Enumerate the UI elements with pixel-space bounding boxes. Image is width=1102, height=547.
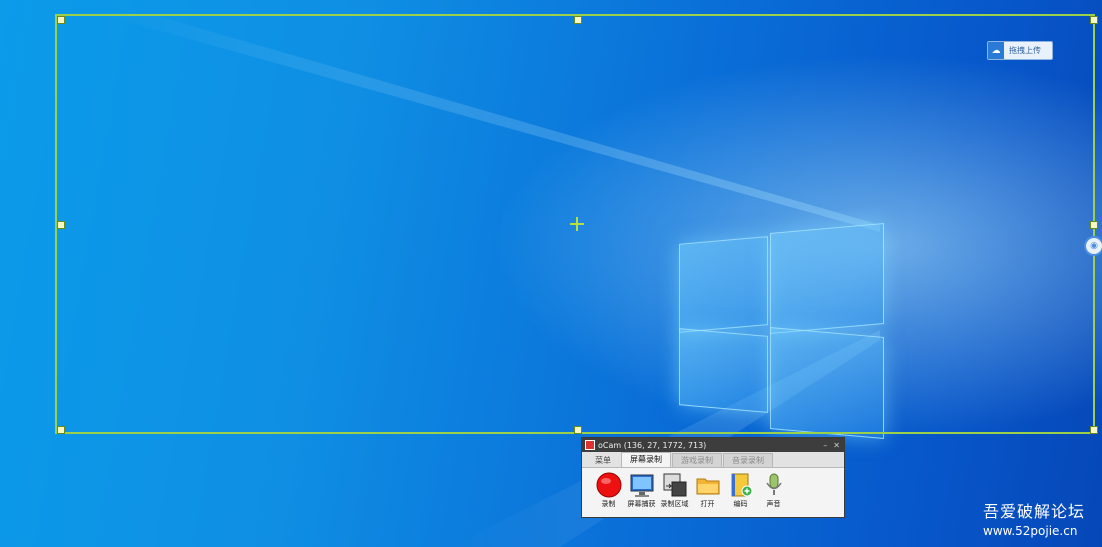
tab-audio-recording[interactable]: 音录录制 — [723, 453, 773, 467]
move-crosshair-icon[interactable] — [576, 217, 578, 231]
codec-label: 编码 — [733, 500, 748, 508]
minimize-icon[interactable]: – — [823, 441, 827, 450]
resize-handle-top[interactable] — [574, 16, 582, 24]
record-area-button[interactable]: 录制区域 — [660, 472, 689, 509]
sound-label: 声音 — [766, 500, 781, 508]
record-area-label: 录制区域 — [660, 500, 689, 508]
ocam-tab-bar: 菜单 屏幕录制 游戏录制 音录录制 — [582, 452, 844, 468]
sound-button[interactable]: 声音 — [759, 472, 788, 509]
resize-handle-bottom-right[interactable] — [1090, 426, 1098, 434]
screen-capture-icon — [629, 472, 655, 498]
tab-screen-recording[interactable]: 屏幕录制 — [621, 452, 671, 467]
open-label: 打开 — [700, 500, 715, 508]
ocam-window: oCam (136, 27, 1772, 713) – ✕ 菜单 屏幕录制 游戏… — [581, 437, 845, 518]
drag-upload-label: 拖拽上传 — [1009, 46, 1041, 55]
close-icon[interactable]: ✕ — [833, 441, 840, 450]
desktop-background: ☁ 拖拽上传 ◉ oCam (136, 27, 1772, 713) – ✕ 菜… — [0, 0, 1102, 547]
resize-handle-right[interactable] — [1090, 221, 1098, 229]
codec-button[interactable]: 编码 — [726, 472, 755, 509]
ocam-toolbar: 录制 屏幕捕获 录制区域 打开 编码 声音 — [582, 468, 844, 509]
tab-menu[interactable]: 菜单 — [586, 453, 620, 467]
record-label: 录制 — [601, 500, 616, 508]
resize-handle-left[interactable] — [57, 221, 65, 229]
microphone-icon — [761, 472, 787, 498]
record-icon — [596, 472, 622, 498]
screen-capture-label: 屏幕捕获 — [627, 500, 656, 508]
tab-game-recording[interactable]: 游戏录制 — [672, 453, 722, 467]
ocam-title-bar[interactable]: oCam (136, 27, 1772, 713) – ✕ — [582, 438, 844, 452]
watermark-url: www.52pojie.cn — [983, 524, 1078, 538]
resize-handle-top-right[interactable] — [1090, 16, 1098, 24]
resize-handle-bottom-left[interactable] — [57, 426, 65, 434]
drag-upload-button[interactable]: ☁ 拖拽上传 — [987, 41, 1053, 60]
ocam-title: oCam (136, 27, 1772, 713) — [598, 440, 707, 450]
watermark-name: 吾爱破解论坛 — [983, 502, 1086, 521]
record-area-icon — [662, 472, 688, 498]
resize-handle-bottom[interactable] — [574, 426, 582, 434]
ocam-app-icon — [585, 440, 595, 450]
record-button[interactable]: 录制 — [594, 472, 623, 509]
cloud-upload-icon: ☁ — [988, 42, 1004, 59]
side-widget-icon[interactable]: ◉ — [1084, 236, 1102, 256]
screen-capture-button[interactable]: 屏幕捕获 — [627, 472, 656, 509]
codec-icon — [728, 472, 754, 498]
watermark: 吾爱破解论坛 www.52pojie.cn — [983, 498, 1085, 538]
resize-handle-top-left[interactable] — [57, 16, 65, 24]
folder-open-icon — [695, 472, 721, 498]
open-folder-button[interactable]: 打开 — [693, 472, 722, 509]
